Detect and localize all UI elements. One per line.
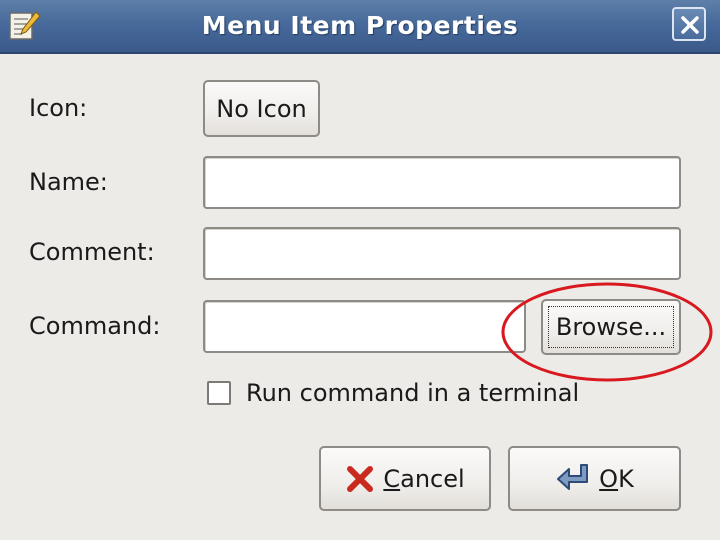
comment-field[interactable] — [203, 227, 681, 280]
title-bar: Menu Item Properties — [0, 0, 720, 54]
cancel-button-label: Cancel — [383, 464, 465, 493]
browse-button[interactable]: Browse... — [541, 299, 681, 355]
terminal-checkbox[interactable] — [207, 381, 231, 405]
enter-arrow-icon — [555, 462, 591, 496]
window-title: Menu Item Properties — [201, 11, 519, 40]
close-button[interactable] — [672, 7, 706, 41]
comment-label: Comment: — [29, 238, 155, 266]
cancel-button[interactable]: Cancel — [319, 446, 491, 511]
red-x-icon — [345, 464, 375, 494]
icon-label: Icon: — [29, 94, 88, 122]
name-field[interactable] — [203, 156, 681, 209]
command-field[interactable] — [203, 300, 526, 353]
ok-button[interactable]: OK — [508, 446, 681, 511]
ok-button-label: OK — [599, 464, 634, 493]
focus-ring — [548, 306, 674, 348]
no-icon-button[interactable]: No Icon — [203, 80, 320, 137]
close-icon — [681, 16, 699, 34]
name-label: Name: — [29, 168, 108, 196]
terminal-checkbox-label[interactable]: Run command in a terminal — [246, 379, 579, 407]
command-label: Command: — [29, 312, 161, 340]
